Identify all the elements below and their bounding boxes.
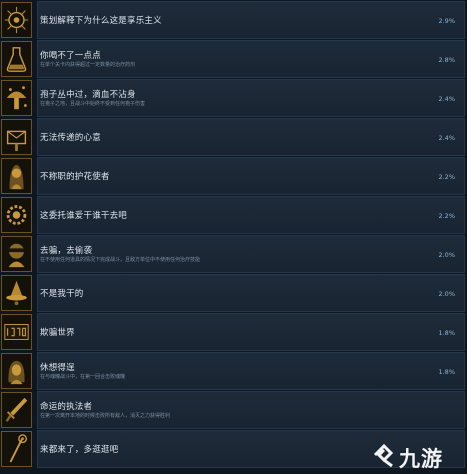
achievement-percent: 2.0% bbox=[438, 251, 455, 259]
achievement-row[interactable]: 去骗，去偷袭 在不使用任何道具的情况下完成战斗，且敌方单位中不使用任何治疗技能 … bbox=[0, 235, 467, 273]
achievement-title: 无法传递的心意 bbox=[40, 133, 101, 143]
achievement-title: 休想得逞 bbox=[40, 363, 75, 373]
sword-icon bbox=[1, 392, 32, 428]
achievement-title: 去骗，去偷袭 bbox=[40, 246, 93, 256]
achievement-percent: 2.0% bbox=[438, 290, 455, 298]
hooded-figure-icon bbox=[1, 158, 32, 194]
achievement-bar bbox=[37, 235, 465, 273]
achievement-percent: 1.8% bbox=[438, 368, 455, 376]
watermark-text: 九游 bbox=[399, 447, 443, 471]
achievement-list: 策划解释下为什么这是享乐主义 2.9% 你喝不了一点点 在单个关卡内获得超过一定… bbox=[0, 0, 467, 474]
achievement-percent: 2.2% bbox=[438, 212, 455, 220]
achievement-title: 命运的执法者 bbox=[40, 402, 93, 412]
achievement-title: 欺骗世界 bbox=[40, 328, 75, 338]
woman-portrait-icon bbox=[1, 353, 32, 389]
achievement-description: 在不使用任何道具的情况下完成战斗，且敌方单位中不使用任何治疗技能 bbox=[40, 257, 201, 263]
achievement-title: 策划解释下为什么这是享乐主义 bbox=[40, 16, 162, 26]
achievement-title: 你喝不了一点点 bbox=[40, 51, 101, 61]
achievement-description: 在与魂魄战斗中，在第一回合击败魂魄 bbox=[40, 374, 126, 380]
achievement-row[interactable]: 你喝不了一点点 在单个关卡内获得超过一定数量的治疗药剂 2.8% bbox=[0, 40, 467, 78]
achievement-bar bbox=[37, 313, 465, 351]
achievement-title: 这委托谁爱干谁干去吧 bbox=[40, 211, 128, 221]
flask-icon bbox=[1, 41, 32, 77]
achievement-row[interactable]: 命运的执法者 在第一次离开本地的时候击败所有敌人，消灭之力获得胜利 bbox=[0, 391, 467, 429]
jiuyou-logo-icon bbox=[373, 443, 394, 468]
achievement-row[interactable]: 不是我干的 2.0% bbox=[0, 274, 467, 312]
achievement-bar bbox=[37, 40, 465, 78]
staff-icon bbox=[1, 431, 32, 467]
achievement-row[interactable]: 策划解释下为什么这是享乐主义 2.9% bbox=[0, 1, 467, 39]
ornate-sun-icon bbox=[1, 2, 32, 38]
achievement-percent: 2.4% bbox=[438, 95, 455, 103]
achievement-percent: 2.4% bbox=[438, 134, 455, 142]
achievement-description: 在第一次离开本地的时候击败所有敌人，消灭之力获得胜利 bbox=[40, 413, 171, 419]
witch-hat-icon bbox=[1, 275, 32, 311]
achievement-title: 来都来了，多逛逛吧 bbox=[40, 445, 119, 455]
achievement-bar bbox=[37, 391, 465, 429]
digital-counter-icon bbox=[1, 314, 32, 350]
achievement-row[interactable]: 休想得逞 在与魂魄战斗中，在第一回合击败魂魄 1.8% bbox=[0, 352, 467, 390]
achievement-row[interactable]: 这委托谁爱干谁干去吧 2.2% bbox=[0, 196, 467, 234]
mailbox-icon bbox=[1, 119, 32, 155]
achievement-title: 孢子丛中过，滴血不沾身 bbox=[40, 90, 136, 100]
achievement-bar bbox=[37, 118, 465, 156]
masked-thief-icon bbox=[1, 236, 32, 272]
achievement-row[interactable]: 不称职的护花使者 2.2% bbox=[0, 157, 467, 195]
achievement-row[interactable]: 孢子丛中过，滴血不沾身 在孢子之地，且战斗中始终不受到任何孢子伤害 2.4% bbox=[0, 79, 467, 117]
achievement-percent: 2.2% bbox=[438, 173, 455, 181]
achievement-row[interactable]: 无法传递的心意 2.4% bbox=[0, 118, 467, 156]
achievement-description: 在单个关卡内获得超过一定数量的治疗药剂 bbox=[40, 62, 136, 68]
achievement-percent: 2.8% bbox=[438, 56, 455, 64]
achievement-row[interactable]: 欺骗世界 1.8% bbox=[0, 313, 467, 351]
achievement-title: 不是我干的 bbox=[40, 289, 84, 299]
watermark: 九游 bbox=[371, 440, 461, 471]
gear-emblem-icon bbox=[1, 197, 32, 233]
achievement-bar bbox=[37, 352, 465, 390]
achievement-title: 不称职的护花使者 bbox=[40, 172, 110, 182]
mushroom-spore-icon bbox=[1, 80, 32, 116]
achievement-percent: 1.8% bbox=[438, 329, 455, 337]
achievement-percent: 2.9% bbox=[438, 17, 455, 25]
achievement-description: 在孢子之地，且战斗中始终不受到任何孢子伤害 bbox=[40, 101, 146, 107]
achievement-bar bbox=[37, 274, 465, 312]
